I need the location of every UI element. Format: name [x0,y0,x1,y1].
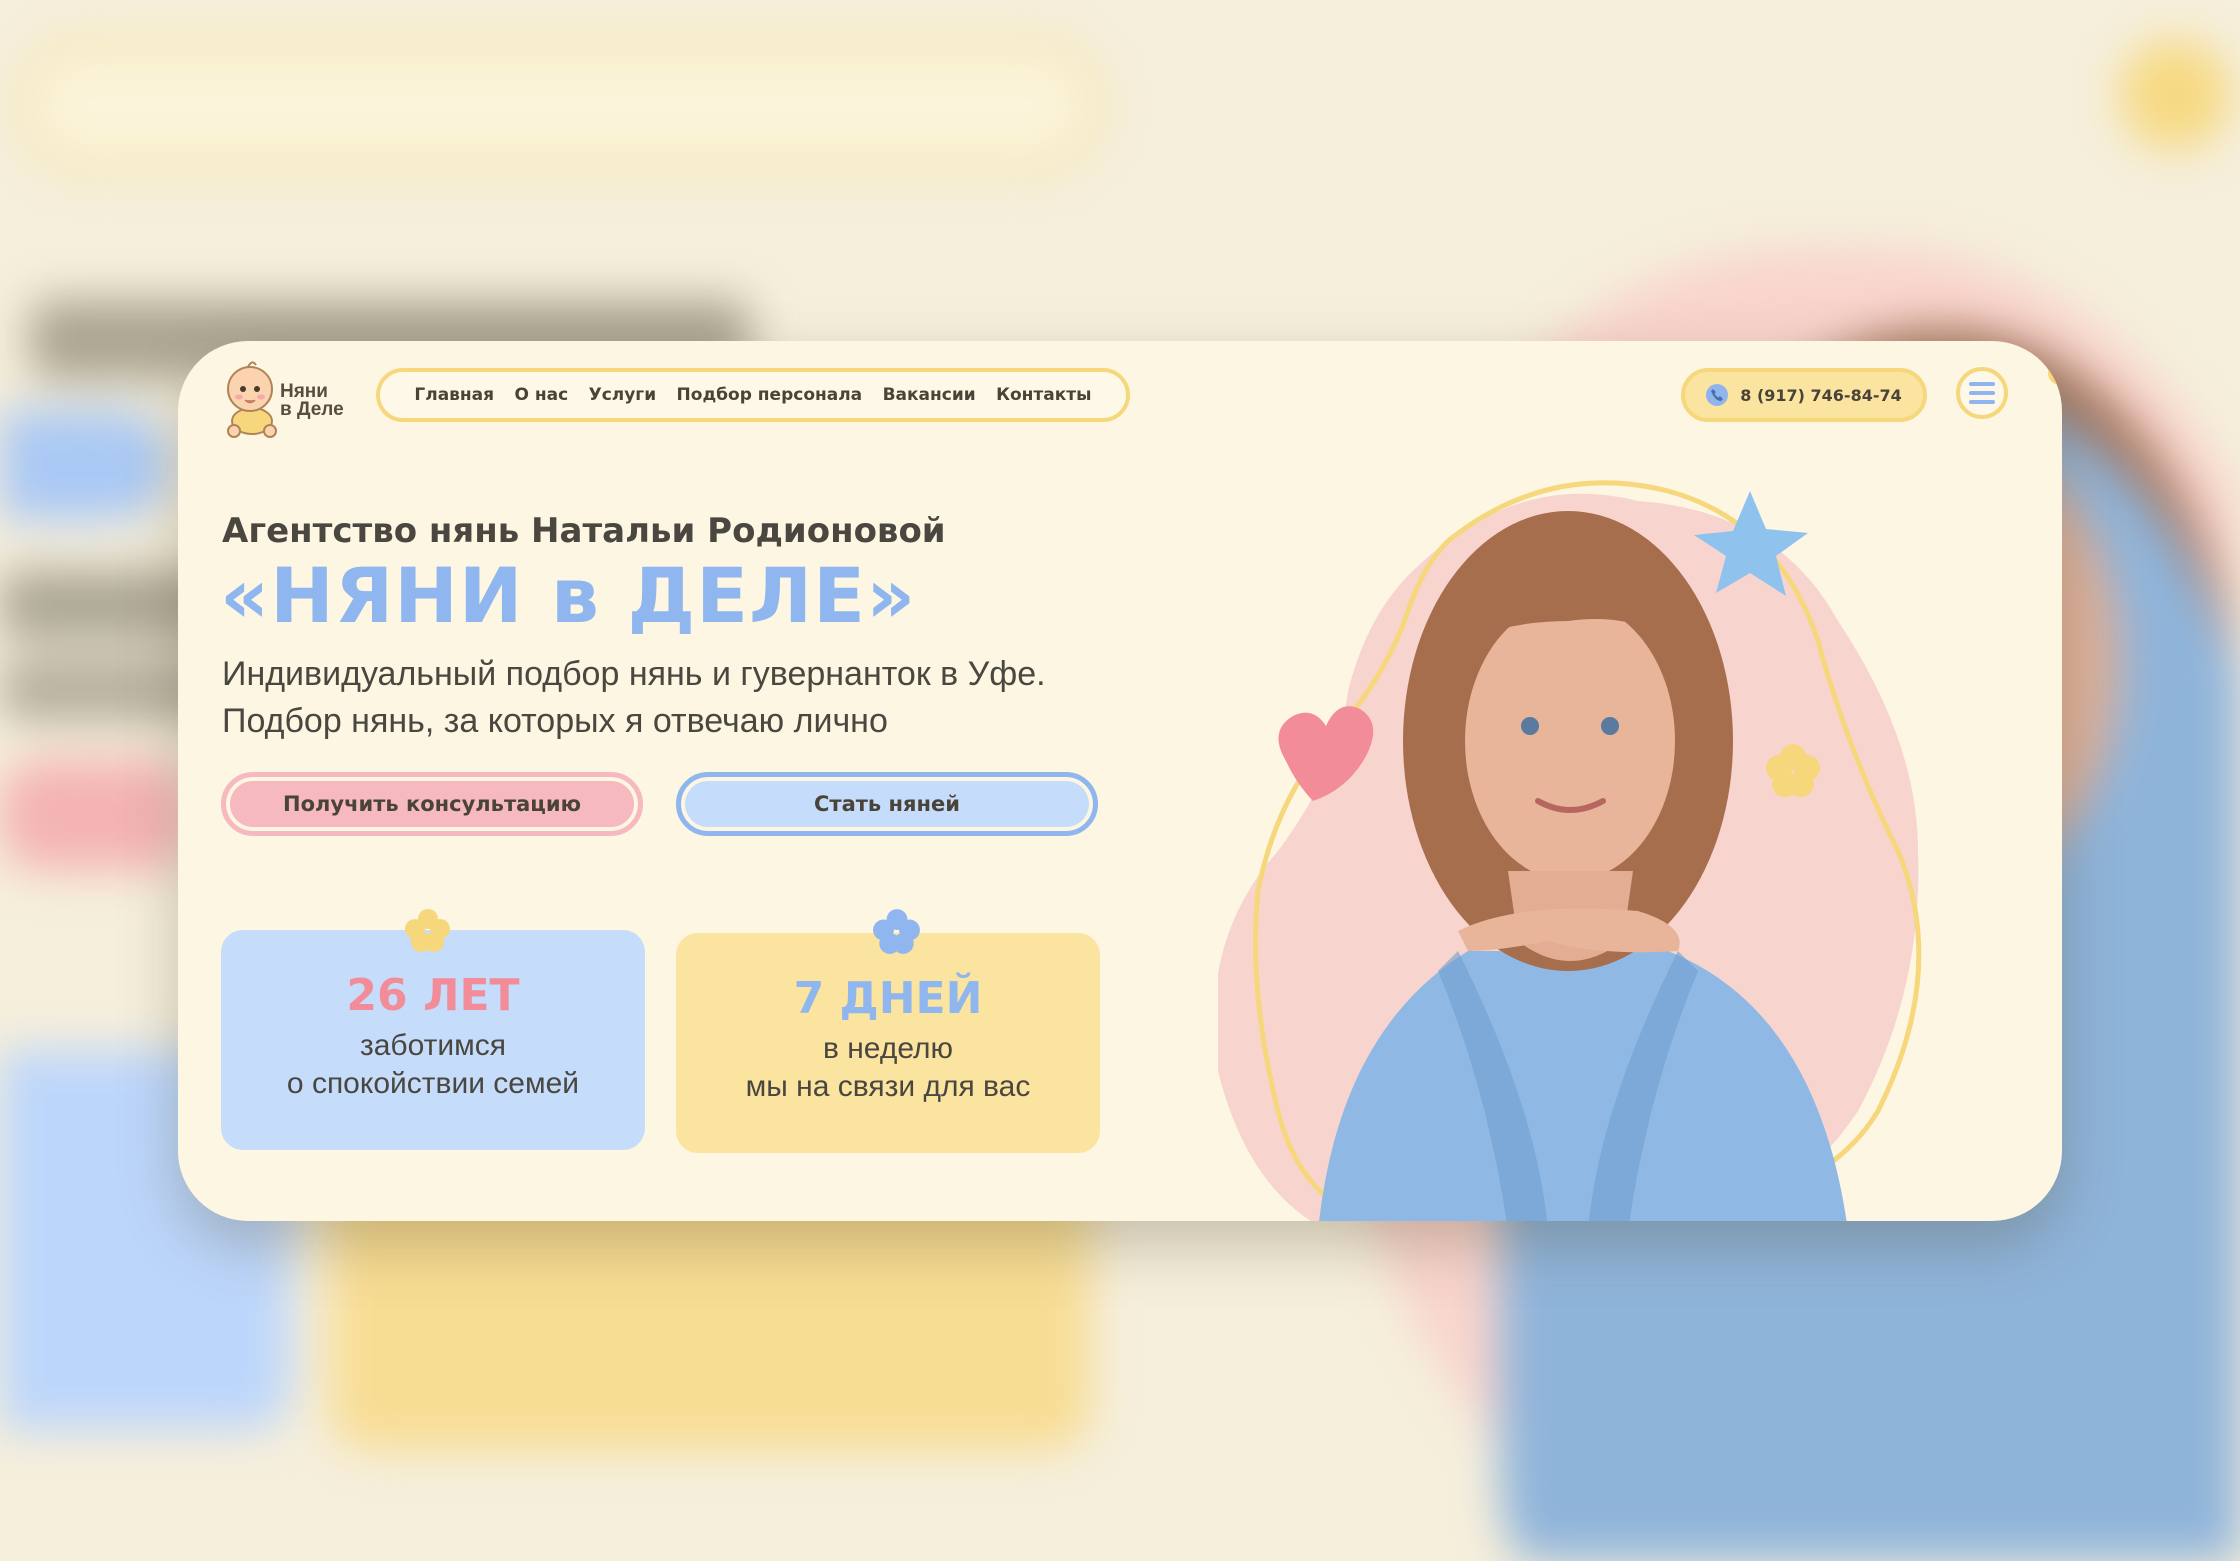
menu-button[interactable] [1956,367,2008,419]
stat-card-years: 26 ЛЕТ заботимся о спокойствии семей [221,930,645,1150]
hero-description-line1: Индивидуальный подбор нянь и гувернанток… [222,655,1046,693]
stat-value: 26 ЛЕТ [346,970,520,1021]
logo[interactable]: Няни в Деле [224,351,364,451]
phone-number: 8 (917) 746-84-74 [1740,385,1902,405]
website-preview-card: Няни в Деле Главная О нас Услуги Подбор … [178,341,2062,1221]
portrait-face [1465,601,1675,881]
nav-item-home[interactable]: Главная [414,385,494,405]
become-nanny-button[interactable]: Стать няней [676,772,1098,836]
hero-title: «НЯНИ в ДЕЛЕ» [220,551,917,640]
menu-icon [1969,382,1995,386]
stat-label-line2: мы на связи для вас [745,1070,1031,1103]
hero-description: Индивидуальный подбор нянь и гувернанток… [222,651,1122,745]
nav-item-staff-selection[interactable]: Подбор персонала [677,385,863,405]
logo-text-line2: в Деле [280,399,344,420]
get-consultation-button[interactable]: Получить консультацию [221,772,643,836]
stat-label-line1: заботимся [359,1029,506,1062]
stat-value: 7 ДНЕЙ [793,973,983,1024]
stat-label-line1: в неделю [822,1032,954,1065]
nav-item-vacancies[interactable]: Вакансии [883,385,976,405]
main-nav: Главная О нас Услуги Подбор персонала Ва… [376,368,1130,422]
decorative-dot [2048,361,2062,385]
hero-subtitle: Агентство нянь Натальи Родионовой [222,511,946,551]
stat-card-days: 7 ДНЕЙ в неделю мы на связи для вас [676,933,1100,1153]
stat-label-line2: о спокойствии семей [286,1067,580,1100]
founder-portrait [1218,480,1922,1221]
hero-description-line2: Подбор нянь, за которых я отвечаю лично [222,702,888,740]
nav-item-contacts[interactable]: Контакты [996,385,1091,405]
yellow-flower-icon [405,909,450,952]
nav-item-about[interactable]: О нас [515,385,569,405]
phone-button[interactable]: 8 (917) 746-84-74 [1681,368,1927,422]
nav-item-services[interactable]: Услуги [589,385,657,405]
blue-flower-icon [873,909,920,954]
phone-icon [1706,384,1729,406]
baby-mascot-icon [227,361,277,438]
